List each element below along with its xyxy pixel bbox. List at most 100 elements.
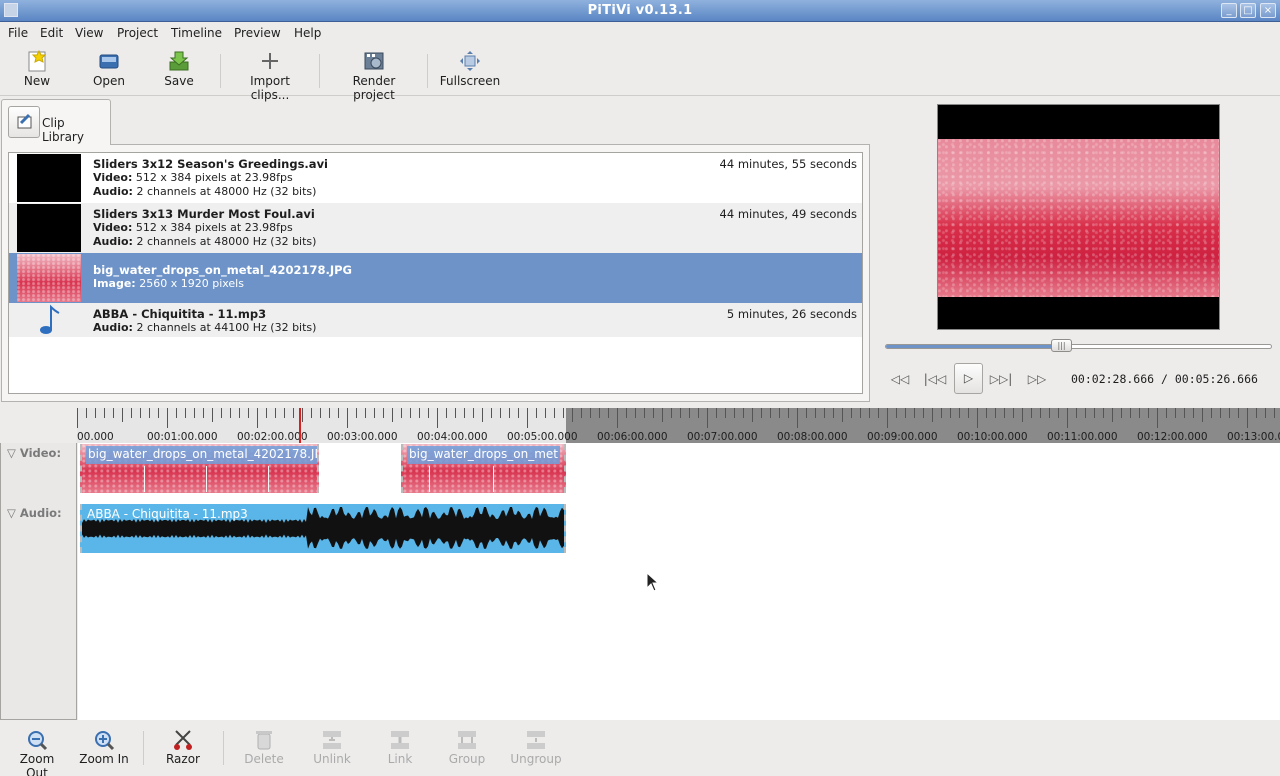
delete-button[interactable]: Delete [240,729,288,766]
clip-thumbnail [17,254,81,302]
audio-info: 2 channels at 48000 Hz (32 bits) [136,185,317,198]
tab-clip-library-label: Clip Library [42,116,84,144]
menu-preview[interactable]: Preview [234,26,281,40]
ruler-tick [194,408,195,418]
seek-handle[interactable]: ||| [1051,339,1072,352]
ruler-tick [428,408,429,418]
video-track-header[interactable]: ▽ Video: [7,446,61,460]
clip-list[interactable]: Sliders 3x12 Season's Greedings.avi Vide… [8,152,863,394]
ruler-label: 00:09:00.000 [867,431,938,443]
new-button[interactable]: New [20,49,54,88]
zoom-out-label: Zoom Out [19,752,55,776]
rewind-icon[interactable]: ◁◁ [887,369,913,389]
ruler-tick [176,408,177,418]
ruler-tick [1121,408,1122,418]
ruler-tick [689,408,690,418]
ruler-tick [581,408,582,418]
ruler-tick [806,408,807,418]
ruler-tick [815,408,816,418]
play-button[interactable]: ▷ [954,363,983,394]
import-clips-button[interactable]: Import clips... [230,50,310,102]
ruler-tick [968,408,969,418]
open-button[interactable]: Open [91,50,127,88]
zoom-out-button[interactable]: Zoom Out [8,729,66,776]
minimize-icon[interactable]: _ [1221,3,1237,18]
import-clips-label: Import clips... [250,74,290,102]
menu-view[interactable]: View [75,26,103,40]
video-clip[interactable]: big_water_drops_on_metal_4202178.JPG [80,444,319,493]
group-button[interactable]: Group [448,729,486,766]
save-button[interactable]: Save [162,50,196,88]
ruler-tick [950,408,951,418]
render-project-button[interactable]: Render project [330,50,418,102]
ruler-tick [1094,408,1095,418]
close-icon[interactable]: × [1260,3,1276,18]
ruler-tick [113,408,114,418]
seek-slider[interactable] [885,344,1272,349]
ruler-tick [158,408,159,418]
menu-project[interactable]: Project [117,26,158,40]
ruler-tick [590,408,591,418]
ruler-tick [140,408,141,418]
ruler-label: 00:02:00.000 [237,431,308,443]
video-clip[interactable]: big_water_drops_on_met [401,444,566,493]
list-item[interactable]: ABBA - Chiquitita - 11.mp3 Audio: 2 chan… [9,303,862,337]
tab-clip-library[interactable]: Clip Library [1,99,111,145]
ruler-tick [419,408,420,418]
ruler-tick [221,408,222,418]
ruler-tick [860,408,861,418]
ruler-tick [392,408,393,422]
link-button[interactable]: Link [384,729,416,766]
new-document-icon [26,49,48,72]
list-item[interactable]: big_water_drops_on_metal_4202178.JPG Ima… [9,253,862,303]
track-headers: ▽ Video: ▽ Audio: [0,443,77,720]
menu-help[interactable]: Help [294,26,321,40]
ruler-tick [122,408,123,422]
menu-timeline[interactable]: Timeline [171,26,222,40]
razor-icon [172,729,194,751]
unlink-button[interactable]: Unlink [310,729,354,766]
razor-button[interactable]: Razor [163,729,203,766]
trash-icon [253,729,275,751]
audio-clip[interactable]: ABBA - Chiquitita - 11.mp3 [80,504,566,553]
ungroup-button[interactable]: Ungroup [510,729,562,766]
ruler-tick [149,408,150,418]
ruler-tick [185,408,186,418]
list-item[interactable]: Sliders 3x12 Season's Greedings.avi Vide… [9,153,862,203]
render-project-label: Render project [352,74,396,102]
ruler-tick [995,408,996,418]
ruler-tick [608,408,609,418]
expander-icon[interactable]: ▽ [7,506,16,520]
unlink-label: Unlink [313,752,351,766]
menu-edit[interactable]: Edit [40,26,63,40]
ruler-tick [212,408,213,422]
plus-icon [259,50,281,72]
ruler-tick [932,408,933,422]
ruler-tick [1130,408,1131,418]
menu-file[interactable]: File [8,26,28,40]
preview-viewer[interactable] [937,104,1220,330]
ruler-tick [572,408,573,422]
playhead[interactable] [299,408,301,443]
maximize-icon[interactable]: □ [1240,3,1256,18]
list-item[interactable]: Sliders 3x13 Murder Most Foul.avi Video:… [9,203,862,253]
ruler-tick [851,408,852,418]
skip-forward-icon[interactable]: ▷▷| [988,369,1014,389]
ruler-tick [626,408,627,418]
ruler-tick [1058,408,1059,418]
frame-divider [144,466,145,492]
fast-forward-icon[interactable]: ▷▷ [1024,369,1050,389]
ruler-tick [464,408,465,418]
ruler-label: 00:04:00.000 [417,431,488,443]
audio-track-header[interactable]: ▽ Audio: [7,506,62,520]
skip-back-icon[interactable]: |◁◁ [922,369,948,389]
timeline-ruler[interactable]: 00.000 00:01:00.000 00:02:00.000 00:03:00.0… [77,408,1280,443]
ruler-tick [284,408,285,418]
expander-icon[interactable]: ▽ [7,446,16,460]
ruler-tick [662,408,663,422]
zoom-in-button[interactable]: Zoom In [79,729,129,766]
fullscreen-button[interactable]: Fullscreen [438,50,502,88]
ruler-label: 00:07:00.000 [687,431,758,443]
ruler-tick [653,408,654,418]
ruler-tick [446,408,447,418]
